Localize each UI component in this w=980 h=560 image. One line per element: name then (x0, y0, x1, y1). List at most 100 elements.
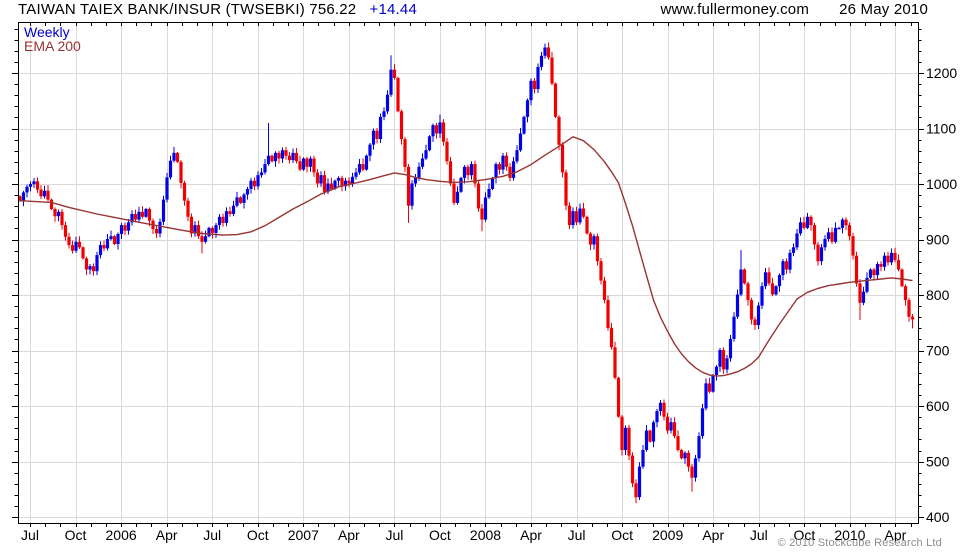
candle-body (683, 452, 687, 459)
candle-body (322, 175, 327, 192)
candle-body (154, 229, 159, 234)
candle-body (466, 166, 470, 176)
candle-body (221, 216, 225, 223)
candle-body (105, 239, 110, 249)
candle-body (137, 211, 141, 220)
candle-body (263, 164, 267, 173)
x-tick-label: Apr (338, 527, 360, 543)
x-tick-label: Jul (568, 527, 586, 543)
candle-body (396, 78, 400, 112)
candle-body (368, 144, 372, 156)
candle-body (553, 83, 558, 117)
y-tick-label: 700 (926, 343, 950, 359)
candle-body (693, 458, 698, 478)
candle-body (823, 239, 827, 248)
candle-body (697, 436, 701, 459)
ema-line (19, 136, 913, 377)
candle-body (511, 161, 516, 178)
candle-body (392, 69, 397, 78)
candle-body (760, 286, 764, 306)
candle-body (32, 181, 36, 185)
candle-body (903, 286, 908, 301)
candle-body (756, 305, 761, 325)
candle-body (686, 452, 691, 467)
candle-body (403, 139, 407, 167)
candle-body (791, 247, 796, 253)
candle-body (630, 455, 635, 484)
candle-body (574, 211, 579, 223)
candle-body (539, 55, 544, 67)
candle-body (70, 245, 75, 251)
candle-body (88, 266, 92, 270)
candle-body (497, 164, 502, 170)
x-tick-label: Oct (429, 527, 451, 543)
y-tick-label: 600 (926, 398, 950, 414)
candle-body (417, 166, 421, 178)
candle-body (599, 261, 603, 281)
candle-body (147, 209, 152, 221)
candle-body (46, 190, 50, 200)
candle-body (312, 158, 316, 173)
candle-body (910, 316, 915, 320)
x-tick-label: Jul (21, 527, 39, 543)
candle-body (669, 422, 673, 431)
candle-body (739, 269, 743, 295)
candle-body (676, 436, 680, 450)
candle-body (116, 234, 120, 244)
candle-body (714, 366, 719, 375)
candles-layer (18, 42, 915, 504)
candle-body (354, 172, 358, 177)
candle-body (851, 236, 855, 256)
candle-body (375, 130, 379, 139)
candle-body (564, 172, 568, 206)
candle-body (270, 155, 274, 162)
candle-body (452, 183, 456, 203)
candle-body (39, 189, 43, 197)
candle-body (581, 208, 586, 217)
candle-body (623, 427, 628, 450)
candle-body (455, 191, 460, 203)
copyright-notice: © 2010 Stockcube Research Ltd (777, 537, 942, 549)
candle-body (774, 286, 778, 295)
candle-body (371, 130, 376, 145)
candle-body (900, 269, 904, 287)
x-tick-label: Jul (385, 527, 403, 543)
candle-body (207, 227, 211, 237)
candle-body (133, 214, 138, 220)
candle-body (413, 177, 418, 184)
chart-window: TAIWAN TAIEX BANK/INSUR (TWSEBKI) 756.22… (0, 0, 980, 560)
candle-body (609, 327, 614, 348)
candle-body (81, 247, 85, 259)
candle-body (518, 133, 523, 151)
candle-body (462, 166, 467, 178)
y-tick-label: 400 (926, 509, 950, 525)
candle-body (777, 275, 782, 287)
candle-body (298, 161, 302, 170)
candle-body (868, 269, 873, 278)
candle-body (592, 236, 596, 245)
candle-body (767, 272, 771, 284)
candle-body (77, 241, 82, 248)
candle-body (319, 175, 323, 184)
candle-body (634, 483, 638, 498)
candle-body (704, 383, 708, 409)
candle-body (882, 255, 887, 267)
candle-body (907, 300, 911, 317)
candle-body (294, 152, 299, 162)
candle-body (809, 216, 813, 226)
candle-body (308, 158, 313, 167)
candle-body (63, 225, 68, 237)
candle-body (501, 155, 505, 170)
candle-body (410, 183, 414, 206)
candle-body (217, 216, 222, 226)
candle-body (399, 111, 404, 140)
x-tick-label: Apr (702, 527, 724, 543)
candle-body (186, 200, 190, 217)
candle-body (98, 245, 103, 256)
chart-legend: Weekly EMA 200 (24, 25, 81, 53)
candle-body (830, 232, 834, 242)
candle-body (788, 252, 792, 270)
candle-body (445, 141, 449, 162)
candle-body (802, 222, 806, 228)
candle-body (651, 422, 656, 442)
